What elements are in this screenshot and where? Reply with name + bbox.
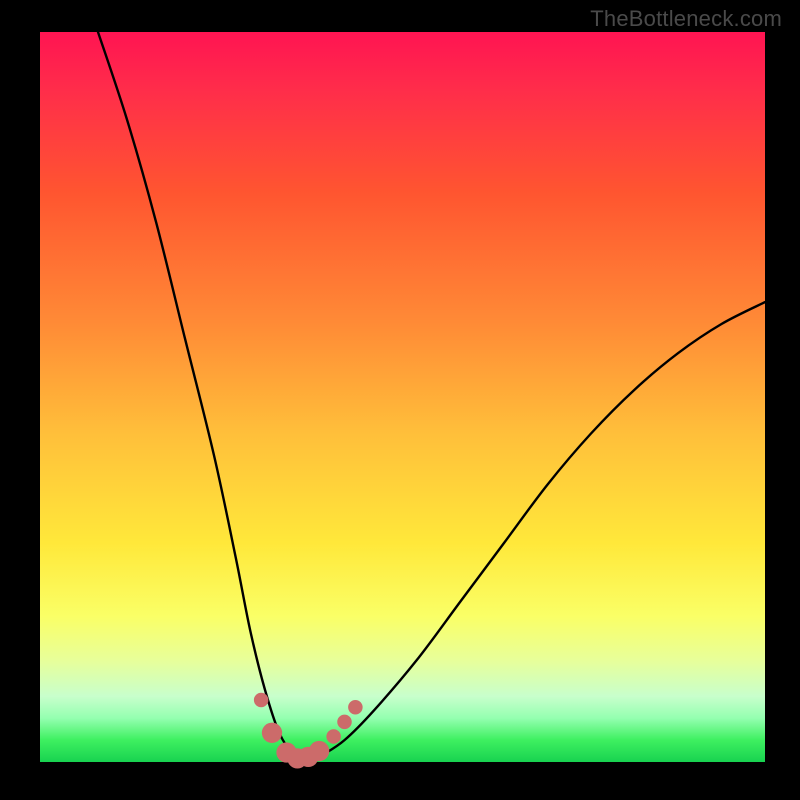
marker-dot (254, 693, 269, 708)
marker-dot (348, 700, 363, 715)
plot-area (40, 32, 765, 762)
marker-dot (326, 729, 341, 744)
chart-frame: TheBottleneck.com (0, 0, 800, 800)
chart-svg (40, 32, 765, 762)
watermark-text: TheBottleneck.com (590, 6, 782, 32)
marker-dot (262, 723, 282, 743)
marker-dot (337, 715, 352, 730)
bottleneck-curve (98, 32, 765, 762)
marker-dot (309, 741, 329, 761)
